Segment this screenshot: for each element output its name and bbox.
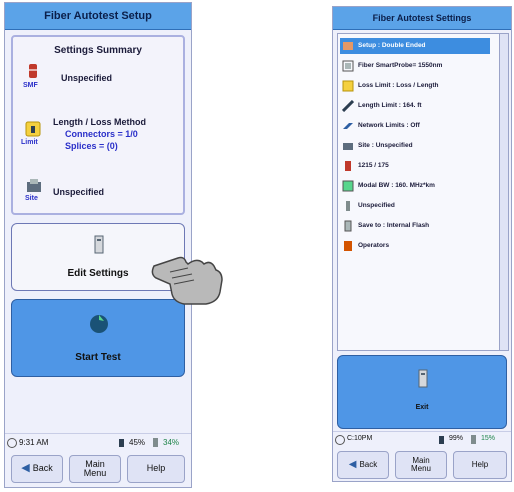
start-test-label: Start Test xyxy=(75,352,121,363)
list-item-site[interactable]: Site : Unspecified xyxy=(342,137,494,154)
right-help-label: Help xyxy=(471,459,489,469)
right-main-menu-label: Main Menu xyxy=(410,455,431,473)
right-battery-icon xyxy=(439,436,444,444)
pointing-hand-icon xyxy=(151,256,223,305)
left-back-button[interactable]: ◀ Back xyxy=(11,455,63,483)
right-title-bar: Fiber Autotest Settings xyxy=(333,7,511,30)
limit-icon xyxy=(25,121,41,137)
left-memory-icon xyxy=(153,438,158,447)
left-title: Fiber Autotest Setup xyxy=(44,10,152,22)
exit-button[interactable]: Exit xyxy=(337,355,507,429)
fiber-type-icon xyxy=(29,64,37,78)
right-time: C:10PM xyxy=(347,435,373,442)
left-help-label: Help xyxy=(146,463,166,474)
left-clock-icon xyxy=(7,438,17,448)
left-battery-icon xyxy=(119,439,124,447)
left-main-menu-button[interactable]: Main Menu xyxy=(69,455,121,483)
list-item-unspecified[interactable]: Unspecified xyxy=(342,197,494,214)
edit-settings-icon xyxy=(94,235,104,254)
left-memory: 34% xyxy=(163,438,180,447)
left-help-button[interactable]: Help xyxy=(127,455,185,483)
list-item-operators[interactable]: Operators xyxy=(342,237,494,254)
limit-method: Length / Loss Method xyxy=(53,117,146,127)
right-memory-icon xyxy=(471,435,476,444)
limit-caption: Limit xyxy=(21,139,38,146)
right-back-label: Back xyxy=(359,459,378,469)
left-back-arrow-icon: ◀ xyxy=(21,462,30,475)
list-item-network-limits[interactable]: Network Limits : Off xyxy=(342,117,494,134)
site-caption: Site xyxy=(25,195,38,202)
exit-label: Exit xyxy=(415,404,429,411)
right-status-bar: C:10PM 99% 15% xyxy=(333,431,511,448)
list-item-wavelength[interactable]: 1215 / 175 xyxy=(342,157,494,174)
start-test-button[interactable]: Start Test xyxy=(11,299,185,377)
left-battery: 45% xyxy=(129,438,146,447)
loss-limit-icon xyxy=(342,80,354,91)
right-title: Fiber Autotest Settings xyxy=(372,13,472,23)
settings-summary-title: Settings Summary xyxy=(54,45,142,56)
fiber-type-caption: SMF xyxy=(23,82,38,89)
right-screen: Fiber Autotest Settings Setup : Double E… xyxy=(332,6,512,482)
right-back-button[interactable]: ◀ Back xyxy=(337,451,389,479)
right-battery: 99% xyxy=(449,435,464,442)
left-time: 9:31 AM xyxy=(19,438,49,447)
right-help-button[interactable]: Help xyxy=(453,451,507,479)
limit-connectors: Connectors = 1/0 xyxy=(65,129,138,139)
left-title-bar: Fiber Autotest Setup xyxy=(5,3,191,30)
right-back-arrow-icon: ◀ xyxy=(348,458,357,470)
settings-list: Setup : Double Ended Fiber SmartProbe= 1… xyxy=(337,33,509,351)
site-value: Unspecified xyxy=(53,187,105,197)
operators-icon xyxy=(344,240,352,251)
settings-summary-box: Settings Summary SMF Unspecified Limit L… xyxy=(11,35,185,215)
setup-icon xyxy=(343,41,353,50)
site-icon xyxy=(27,179,41,192)
list-item-smartprobe[interactable]: Fiber SmartProbe= 1550nm xyxy=(342,57,494,74)
list-item-setup[interactable]: Setup : Double Ended xyxy=(342,37,494,54)
exit-icon xyxy=(418,369,428,388)
start-test-icon xyxy=(90,315,108,333)
list-item-save-to[interactable]: Save to : Internal Flash xyxy=(342,217,494,234)
list-item-length-limit[interactable]: Length Limit : 164. ft xyxy=(342,97,494,114)
site-list-icon xyxy=(343,142,353,150)
left-back-label: Back xyxy=(32,463,53,474)
fiber-type-value: Unspecified xyxy=(61,73,113,83)
list-item-modal-bw[interactable]: Modal BW : 160. MHz*km xyxy=(342,177,494,194)
right-memory: 15% xyxy=(481,435,496,442)
connector-icon xyxy=(346,200,350,211)
settings-list-scrollbar[interactable] xyxy=(499,34,508,350)
network-limits-icon xyxy=(343,122,353,129)
right-clock-icon xyxy=(335,435,345,445)
list-item-loss-limit[interactable]: Loss Limit : Loss / Length xyxy=(342,77,494,94)
wavelength-icon xyxy=(345,160,351,171)
modal-bw-icon xyxy=(342,180,354,191)
right-main-menu-button[interactable]: Main Menu xyxy=(395,451,447,479)
smartprobe-icon xyxy=(342,60,354,71)
save-to-icon xyxy=(344,220,352,231)
limit-splices: Splices = (0) xyxy=(65,141,118,151)
left-screen: Fiber Autotest Setup Settings Summary SM… xyxy=(4,2,192,488)
left-status-bar: 9:31 AM 45% 34% xyxy=(5,433,191,452)
left-main-menu-label: Main Menu xyxy=(83,458,107,478)
length-limit-icon xyxy=(342,99,354,112)
